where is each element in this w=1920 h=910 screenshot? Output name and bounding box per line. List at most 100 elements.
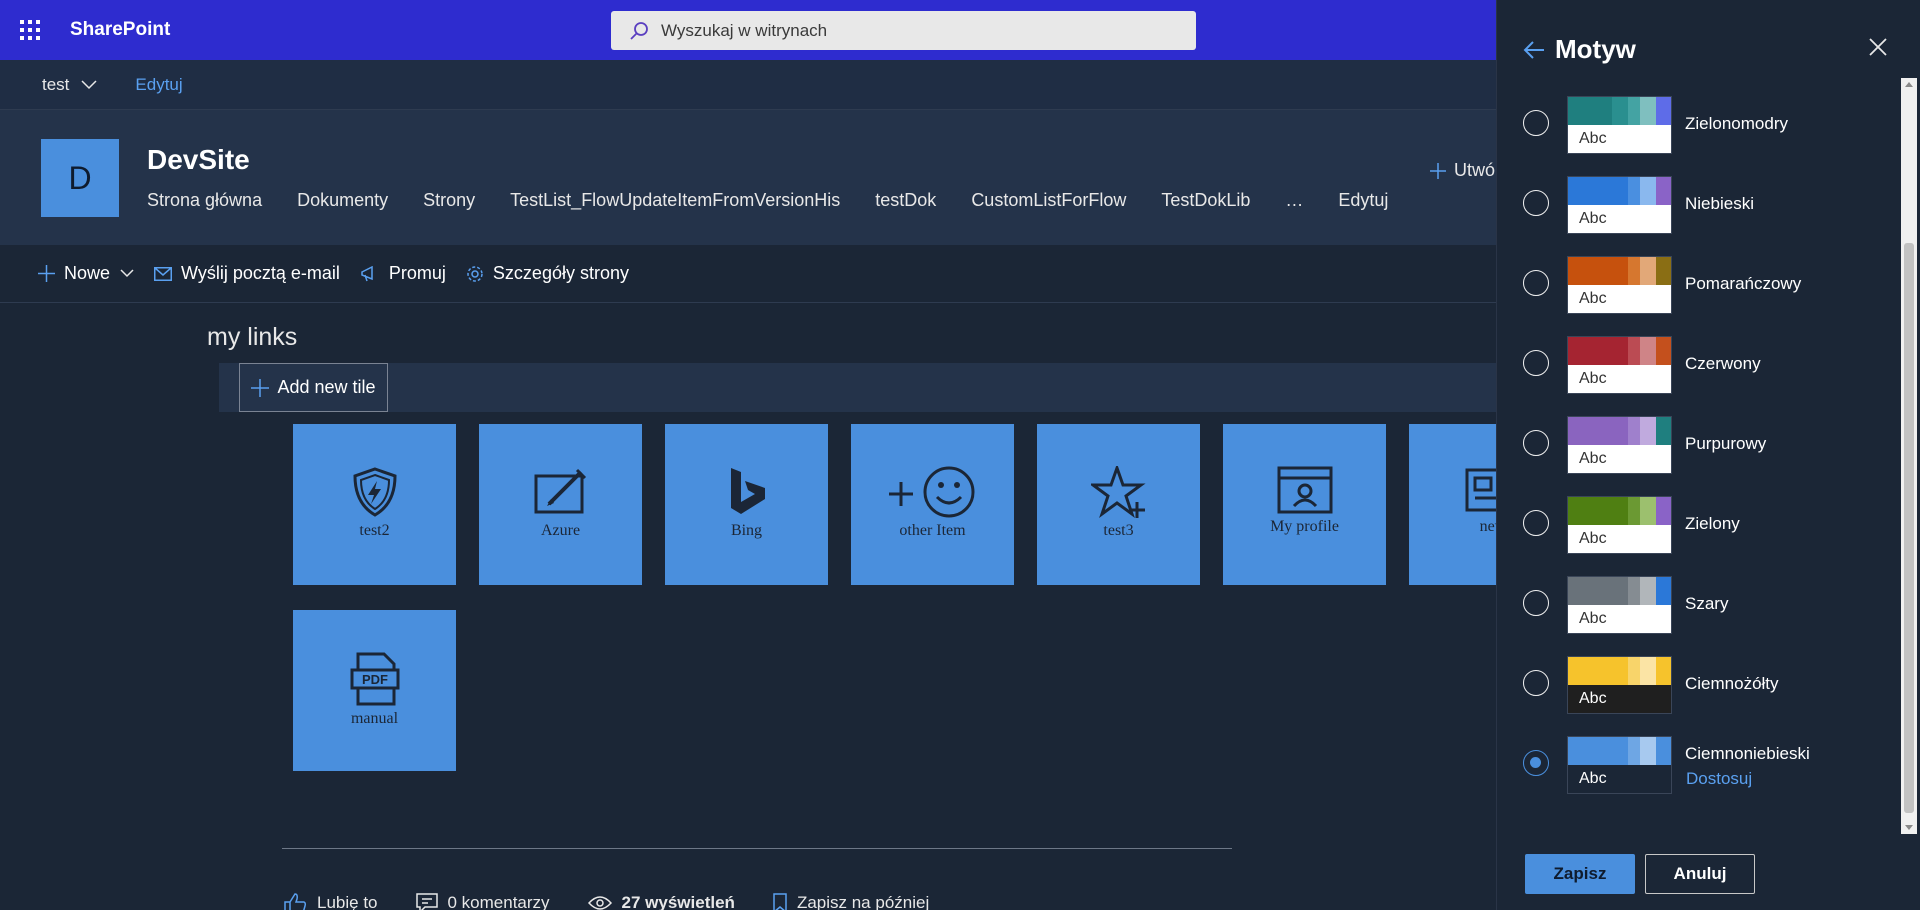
save-for-later-label: Zapisz na później (796, 893, 930, 910)
theme-swatch[interactable]: Abc (1567, 576, 1672, 634)
theme-name: Pomarańczowy (1685, 274, 1802, 293)
nav-item-customlist[interactable]: CustomListForFlow (971, 190, 1126, 211)
save-button[interactable]: Zapisz (1525, 854, 1635, 894)
hub-site-label: test (42, 74, 70, 94)
theme-option[interactable]: Abc Purpurowy (1523, 416, 1893, 476)
theme-radio[interactable] (1523, 110, 1549, 136)
nav-item-documents[interactable]: Dokumenty (297, 190, 388, 211)
theme-swatch[interactable]: Abc (1567, 736, 1672, 794)
theme-option[interactable]: Abc Zielonomodry (1523, 96, 1893, 156)
nav-item-testdoklib[interactable]: TestDokLib (1161, 190, 1250, 211)
hub-navigation: test Edytuj (0, 60, 1500, 110)
theme-name: Purpurowy (1685, 434, 1767, 453)
theme-name: Zielonomodry (1685, 114, 1788, 133)
thumbs-up-icon (284, 893, 307, 910)
page-divider (282, 848, 1232, 849)
new-button[interactable]: Nowe (38, 263, 134, 284)
back-arrow-icon[interactable] (1523, 40, 1545, 59)
megaphone-icon (361, 265, 373, 281)
theme-swatch[interactable]: Abc (1567, 496, 1672, 554)
theme-option[interactable]: Abc Pomarańczowy (1523, 256, 1893, 316)
theme-color-bar (1568, 177, 1672, 205)
theme-radio[interactable] (1523, 510, 1549, 536)
link-tile[interactable]: Azure (479, 424, 642, 585)
profile-card-icon (1277, 466, 1332, 514)
scroll-down-icon[interactable] (1905, 825, 1913, 830)
site-navigation: Strona główna Dokumenty Strony TestList_… (147, 190, 1423, 211)
theme-radio[interactable] (1523, 590, 1549, 616)
eye-icon (587, 896, 612, 910)
scroll-up-icon[interactable] (1905, 82, 1913, 87)
scrollbar-thumb[interactable] (1904, 243, 1914, 813)
panel-header: Motyw (1523, 34, 1636, 65)
theme-radio[interactable] (1523, 190, 1549, 216)
theme-name: Niebieski (1685, 194, 1754, 213)
link-tile[interactable]: PDF manual (293, 610, 456, 771)
tile-label: test2 (359, 522, 390, 539)
views-label: 27 wyświetleń (621, 893, 735, 910)
search-box[interactable]: Wyszukaj w witrynach (611, 11, 1196, 50)
theme-radio[interactable] (1523, 750, 1549, 776)
theme-sample-text: Abc (1568, 685, 1671, 713)
nav-item-pages[interactable]: Strony (423, 190, 475, 211)
theme-name: Zielony (1685, 514, 1740, 533)
theme-swatch[interactable]: Abc (1567, 416, 1672, 474)
views-count: 27 wyświetleń (587, 892, 735, 910)
link-tile[interactable]: new (1409, 424, 1496, 585)
nav-edit-link[interactable]: Edytuj (1338, 190, 1388, 211)
theme-option[interactable]: Abc Szary (1523, 576, 1893, 636)
comments-count[interactable]: 0 komentarzy (415, 892, 550, 910)
plus-icon (38, 265, 55, 282)
app-brand[interactable]: SharePoint (70, 19, 170, 41)
close-icon[interactable] (1869, 38, 1887, 56)
site-logo[interactable]: D (41, 139, 119, 217)
like-button[interactable]: Lubię to (283, 892, 378, 910)
nav-more-icon[interactable]: … (1285, 190, 1303, 211)
email-label: Wyślij pocztą e-mail (181, 263, 340, 283)
page-details-button[interactable]: Szczegóły strony (466, 263, 629, 284)
pdf-icon: PDF (350, 652, 399, 706)
theme-option[interactable]: Abc Ciemnożółty (1523, 656, 1893, 716)
like-label: Lubię to (317, 893, 378, 910)
promote-button[interactable]: Promuj (360, 263, 446, 284)
theme-option[interactable]: Abc Niebieski (1523, 176, 1893, 236)
theme-option[interactable]: Abc Czerwony (1523, 336, 1893, 396)
theme-radio[interactable] (1523, 350, 1549, 376)
theme-swatch[interactable]: Abc (1567, 176, 1672, 234)
cancel-button[interactable]: Anuluj (1645, 854, 1755, 894)
tile-label: My profile (1270, 518, 1339, 535)
link-tile[interactable]: other Item (851, 424, 1014, 585)
add-tile-button[interactable]: Add new tile (239, 363, 388, 412)
hub-edit-link[interactable]: Edytuj (135, 75, 182, 95)
edit-pen-icon (534, 468, 586, 514)
email-button[interactable]: Wyślij pocztą e-mail (154, 263, 340, 284)
theme-radio[interactable] (1523, 270, 1549, 296)
theme-radio[interactable] (1523, 670, 1549, 696)
nav-item-testdok[interactable]: testDok (875, 190, 936, 211)
tile-label: test3 (1103, 522, 1134, 539)
link-tile[interactable]: test3 (1037, 424, 1200, 585)
panel-scrollbar[interactable] (1901, 78, 1917, 834)
theme-swatch[interactable]: Abc (1567, 256, 1672, 314)
search-placeholder: Wyszukaj w witrynach (661, 20, 828, 40)
svg-text:PDF: PDF (362, 672, 388, 687)
site-title[interactable]: DevSite (147, 144, 250, 176)
create-button[interactable]: Utwó (1430, 160, 1495, 181)
theme-radio[interactable] (1523, 430, 1549, 456)
theme-swatch[interactable]: Abc (1567, 96, 1672, 154)
theme-swatch[interactable]: Abc (1567, 656, 1672, 714)
page-details-label: Szczegóły strony (492, 263, 629, 283)
theme-swatch[interactable]: Abc (1567, 336, 1672, 394)
save-for-later-button[interactable]: Zapisz na później (773, 892, 929, 910)
theme-option[interactable]: Abc Zielony (1523, 496, 1893, 556)
webpart-title: my links (207, 323, 298, 351)
nav-item-home[interactable]: Strona główna (147, 190, 262, 211)
link-tile[interactable]: test2 (293, 424, 456, 585)
nav-item-testlist[interactable]: TestList_FlowUpdateItemFromVersionHis (510, 190, 840, 211)
app-launcher-icon[interactable] (0, 0, 60, 60)
link-tile[interactable]: Bing (665, 424, 828, 585)
hub-site-menu[interactable]: test (42, 75, 97, 95)
link-tile[interactable]: My profile (1223, 424, 1386, 585)
customize-link[interactable]: Dostosuj (1686, 769, 1752, 789)
theme-option[interactable]: Abc Ciemnoniebieski Dostosuj (1523, 736, 1893, 796)
